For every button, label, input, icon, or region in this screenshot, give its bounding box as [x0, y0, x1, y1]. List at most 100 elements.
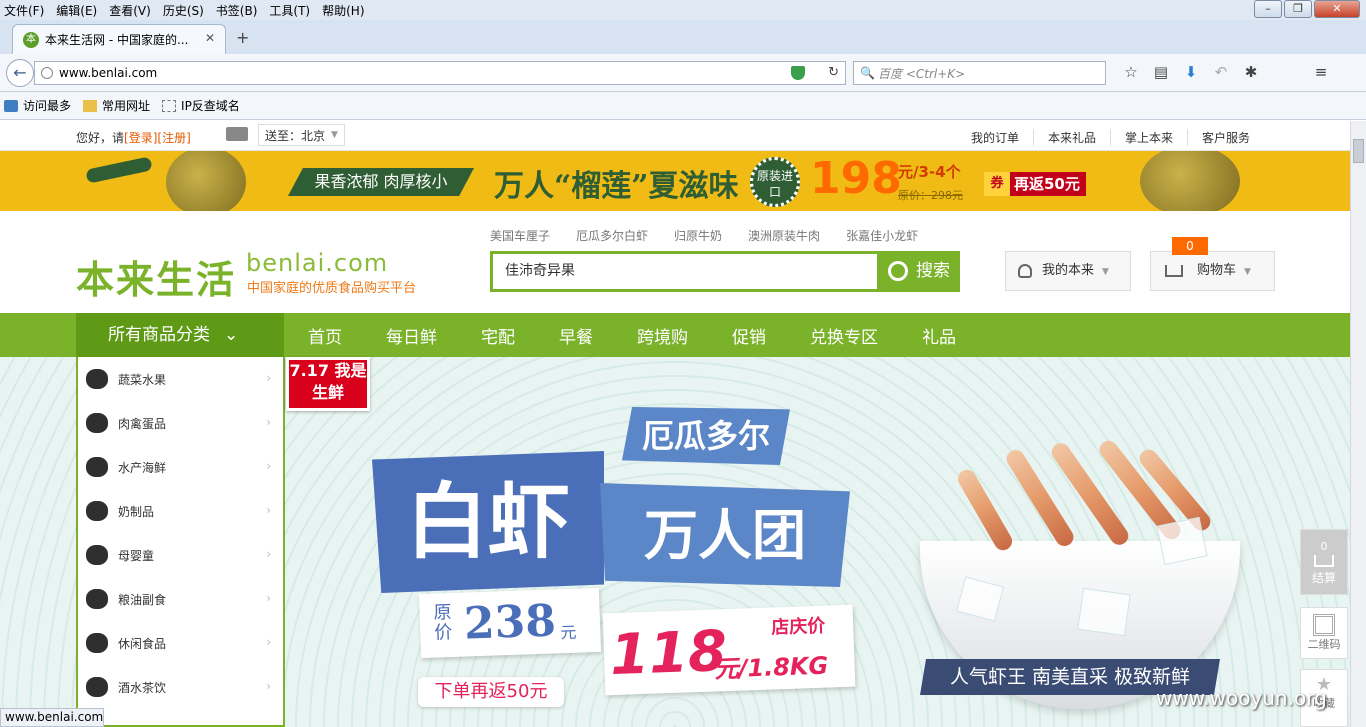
category-item[interactable]: 奶制品 › [78, 489, 283, 533]
nav-delivery[interactable]: 宅配 [459, 323, 537, 348]
menu-file[interactable]: 文件(F) [4, 2, 44, 19]
bookmark-label: 常用网址 [102, 99, 151, 113]
address-bar[interactable]: www.benlai.com ↻ [34, 61, 846, 85]
category-item[interactable]: 肉禽蛋品 › [78, 401, 283, 445]
float-cart-button[interactable]: 0 结算 [1300, 529, 1348, 595]
menu-view[interactable]: 查看(V) [109, 2, 151, 19]
qr-label: 二维码 [1307, 638, 1341, 651]
hero-product: 白虾 [372, 451, 604, 593]
menu-history[interactable]: 历史(S) [163, 2, 204, 19]
category-item[interactable]: 母婴童 › [78, 533, 283, 577]
menu-bookmarks[interactable]: 书签(B) [216, 2, 258, 19]
maximize-button[interactable]: ❐ [1284, 0, 1312, 18]
close-window-button[interactable]: ✕ [1314, 0, 1360, 18]
star-icon[interactable]: ☆ [1116, 63, 1146, 81]
promo-banner[interactable]: 果香浓郁 肉厚核小 万人“榴莲”夏滋味 原装进口 198 元/3-4个 原价：2… [0, 151, 1350, 211]
mobile-app-link[interactable]: 掌上本来 [1109, 129, 1187, 146]
nav-gifts[interactable]: 礼品 [900, 323, 978, 348]
addon-icon[interactable]: ✱ [1236, 63, 1266, 81]
gift-link[interactable]: 本来礼品 [1032, 129, 1110, 146]
chevron-down-icon: ⌄ [224, 325, 239, 345]
sale-price-unit: 元/1.8KG [714, 651, 829, 684]
nav-daily-fresh[interactable]: 每日鲜 [364, 323, 459, 348]
delivery-city-label: 送至：北京 [265, 128, 326, 143]
back-button[interactable]: ← [6, 59, 34, 87]
bookmark-most-visited[interactable]: 访问最多 [4, 97, 71, 114]
all-categories-button[interactable]: 所有商品分类 ⌄ [76, 313, 284, 357]
navigation-toolbar: ← www.benlai.com ↻ 🔍 百度 <Ctrl+K> ☆ ▤ ⬇ ↶… [0, 54, 1366, 92]
menu-edit[interactable]: 编辑(E) [56, 2, 97, 19]
site-search-input[interactable]: 佳沛奇异果 [490, 251, 880, 292]
category-label: 粮油副食 [118, 592, 167, 607]
tab-benlai[interactable]: 本 本来生活网 - 中国家庭的... ✕ [12, 24, 226, 54]
coupon-text: 再返50元 [1014, 175, 1080, 193]
category-label: 蔬菜水果 [118, 372, 167, 387]
hot-keyword[interactable]: 张嘉佳小龙虾 [846, 227, 918, 244]
cart-label: 购物车 [1197, 263, 1237, 278]
float-qr-button[interactable]: 二维码 [1300, 607, 1348, 659]
watermark: www.wooyun.org [1156, 686, 1327, 710]
site-slogan: 中国家庭的优质食品购买平台 [247, 281, 417, 296]
site-search-button[interactable]: 搜索 [880, 251, 960, 292]
float-cart-count: 0 [1320, 540, 1328, 553]
vegetable-icon [86, 369, 108, 389]
nav-exchange[interactable]: 兑换专区 [788, 323, 900, 348]
durian-image [1140, 151, 1240, 211]
hot-keyword[interactable]: 厄瓜多尔白虾 [576, 227, 648, 244]
category-label: 肉禽蛋品 [118, 416, 167, 431]
shield-icon[interactable] [791, 66, 805, 80]
category-item[interactable]: 蔬菜水果 › [78, 357, 283, 401]
nav-breakfast[interactable]: 早餐 [537, 323, 615, 348]
undo-icon[interactable]: ↶ [1206, 63, 1236, 81]
banner-original-price: 原价：298元 [898, 189, 963, 202]
dairy-icon [86, 501, 108, 521]
hot-keyword[interactable]: 美国车厘子 [490, 227, 550, 244]
reading-list-icon[interactable]: ▤ [1146, 63, 1176, 81]
hot-keyword[interactable]: 归原牛奶 [674, 227, 722, 244]
nav-cross-border[interactable]: 跨境购 [615, 323, 710, 348]
bookmark-common-sites[interactable]: 常用网址 [83, 97, 150, 114]
url-text: www.benlai.com [59, 66, 158, 80]
web-page: 您好，请[登录][注册] 送至：北京 ▼ 我的订单 本来礼品 掌上本来 客户服务 … [0, 121, 1350, 727]
chevron-right-icon: › [266, 679, 271, 693]
chevron-down-icon: ▼ [1102, 267, 1109, 277]
nav-home[interactable]: 首页 [286, 323, 364, 348]
menu-tools[interactable]: 工具(T) [269, 2, 310, 19]
category-item[interactable]: 水产海鲜 › [78, 445, 283, 489]
site-logo[interactable]: 本来生活 [76, 249, 236, 304]
nav-promotions[interactable]: 促销 [710, 323, 788, 348]
coupon-badge: 券再返50元 [984, 172, 1086, 196]
my-account-label: 我的本来 [1042, 263, 1095, 278]
category-item[interactable]: 粮油副食 › [78, 577, 283, 621]
login-link[interactable]: [登录] [124, 131, 157, 145]
cart-button[interactable]: 购物车 ▼ [1150, 251, 1275, 291]
bookmark-ip-lookup[interactable]: IP反查域名 [162, 97, 240, 114]
my-orders-link[interactable]: 我的订单 [957, 129, 1033, 146]
category-item[interactable]: 酒水茶饮 › [78, 665, 283, 709]
register-link[interactable]: [注册] [157, 131, 190, 145]
delivery-city-select[interactable]: 送至：北京 ▼ [258, 124, 345, 146]
globe-icon [41, 67, 53, 79]
scrollbar-thumb[interactable] [1353, 139, 1364, 163]
reload-icon[interactable]: ↻ [828, 65, 839, 80]
search-icon [888, 261, 908, 281]
sale-price-label: 店庆价 [770, 615, 826, 639]
minimize-button[interactable]: – [1254, 0, 1282, 18]
category-item[interactable]: 休闲食品 › [78, 621, 283, 665]
my-account-button[interactable]: 我的本来 ▼ [1005, 251, 1131, 291]
browser-search-input[interactable]: 🔍 百度 <Ctrl+K> [853, 61, 1106, 85]
hot-keyword[interactable]: 澳洲原装牛肉 [748, 227, 820, 244]
download-icon[interactable]: ⬇ [1176, 63, 1206, 81]
hot-keywords: 美国车厘子 厄瓜多尔白虾 归原牛奶 澳洲原装牛肉 张嘉佳小龙虾 [490, 227, 944, 244]
hamburger-menu-icon[interactable]: ≡ [1306, 63, 1336, 81]
category-label: 酒水茶饮 [118, 680, 167, 695]
page-scrollbar[interactable] [1350, 121, 1366, 727]
status-bar-url: www.benlai.com [0, 708, 104, 727]
fish-icon [86, 457, 108, 477]
close-tab-icon[interactable]: ✕ [205, 31, 215, 45]
new-tab-icon[interactable]: + [236, 28, 249, 47]
snack-icon [86, 633, 108, 653]
menu-help[interactable]: 帮助(H) [322, 2, 364, 19]
customer-service-link[interactable]: 客户服务 [1186, 129, 1264, 146]
rebate-badge: 下单再返50元 [418, 677, 564, 707]
